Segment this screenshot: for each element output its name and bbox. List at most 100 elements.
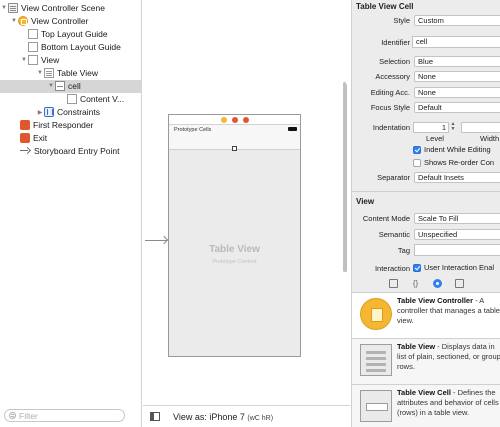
accessory-label: Accessory xyxy=(375,72,410,81)
outline-item-view-controller[interactable]: ▼ View Controller xyxy=(0,15,141,28)
content-mode-popup[interactable]: Scale To Fill xyxy=(414,213,500,224)
exit-icon xyxy=(20,133,30,144)
library-item-text: Table View Cell - Defines the attributes… xyxy=(397,388,500,418)
library-item-description: - A xyxy=(475,296,485,305)
attributes-inspector: Table View Cell Style Custom Identifier … xyxy=(351,0,500,427)
table-cell-icon xyxy=(55,81,65,92)
library-item-description: (rows) in a table view. xyxy=(397,408,470,417)
library-item-description: list of plain, sectioned, or group xyxy=(397,352,500,361)
checkbox-unchecked-icon[interactable] xyxy=(413,158,421,167)
first-responder-dock-icon[interactable] xyxy=(231,116,238,123)
scene-dock xyxy=(169,115,300,125)
view-icon xyxy=(28,55,38,66)
indentation-width-field[interactable] xyxy=(461,122,500,133)
battery-icon xyxy=(288,127,297,131)
table-view-placeholder-title: Table View xyxy=(209,244,260,255)
library-item-text: Table View Controller - A controller tha… xyxy=(397,296,500,326)
outline-item-label: Constraints xyxy=(57,107,100,118)
outline-item-view-controller-scene[interactable]: ▼ View Controller Scene xyxy=(0,2,141,15)
outline-item-content-view[interactable]: Content V... xyxy=(0,93,141,106)
disclosure-triangle[interactable]: ▼ xyxy=(20,57,28,63)
exit-dock-icon[interactable] xyxy=(242,116,249,123)
interaction-label: Interaction xyxy=(374,264,410,273)
outline-item-label: Table View xyxy=(57,68,98,79)
outline-item-exit[interactable]: Exit xyxy=(0,132,141,145)
library-item-table-view-controller[interactable]: Table View Controller - A controller tha… xyxy=(352,292,500,338)
indentation-stepper[interactable]: ▲ ▼ xyxy=(450,122,456,133)
layout-guide-icon xyxy=(28,29,38,40)
accessory-popup[interactable]: None xyxy=(414,71,500,82)
editing-accessory-label: Editing Acc. xyxy=(370,88,410,97)
outline-item-label: cell xyxy=(68,81,81,92)
shows-reorder-controls-checkbox[interactable]: Shows Re-order Con xyxy=(413,158,494,167)
library-item-title: Table View xyxy=(397,342,436,351)
view-section-title: View xyxy=(356,197,375,206)
table-view-icon xyxy=(360,344,392,376)
outline-item-top-layout-guide[interactable]: Top Layout Guide xyxy=(0,28,141,41)
shows-reorder-label: Shows Re-order Con xyxy=(424,158,495,167)
disclosure-triangle[interactable]: ▼ xyxy=(0,5,8,11)
view-as-device-button[interactable]: View as: iPhone 7 (wC hR) xyxy=(173,412,273,422)
indent-while-editing-label: Indent While Editing xyxy=(424,145,491,154)
indentation-level-field[interactable]: 1 xyxy=(413,122,449,133)
outline-item-label: First Responder xyxy=(33,120,94,131)
view-as-label: View as: iPhone 7 xyxy=(173,411,245,422)
disclosure-triangle[interactable]: ▼ xyxy=(36,70,44,76)
checkbox-checked-icon[interactable] xyxy=(413,145,421,154)
outline-item-view[interactable]: ▼ View xyxy=(0,54,141,67)
indent-while-editing-checkbox[interactable]: Indent While Editing xyxy=(413,145,491,154)
object-library-icon[interactable] xyxy=(433,278,442,288)
outline-item-table-view[interactable]: ▼ Table View xyxy=(0,67,141,80)
prototype-cells-header[interactable]: Prototype Cells xyxy=(169,125,300,151)
tag-field[interactable] xyxy=(414,244,500,256)
disclosure-triangle[interactable]: ▼ xyxy=(10,18,18,24)
focus-style-label: Focus Style xyxy=(370,103,410,112)
code-snippet-icon[interactable]: {} xyxy=(411,279,420,288)
user-interaction-enabled-checkbox[interactable]: User Interaction Enal xyxy=(413,263,494,272)
outline-item-label: Storyboard Entry Point xyxy=(34,146,120,157)
width-label: Width xyxy=(480,134,500,143)
outline-item-label: Top Layout Guide xyxy=(41,29,108,40)
file-template-icon[interactable] xyxy=(389,278,398,288)
prototype-cells-label: Prototype Cells xyxy=(174,127,212,133)
library-item-table-view-cell[interactable]: Table View Cell - Defines the attributes… xyxy=(352,384,500,427)
editing-accessory-popup[interactable]: None xyxy=(414,87,500,98)
view-controller-scene[interactable]: Prototype Cells Table View Prototype Con… xyxy=(168,114,301,357)
identifier-field[interactable]: cell xyxy=(412,36,500,48)
toggle-outline-icon[interactable] xyxy=(150,412,160,421)
focus-style-popup[interactable]: Default xyxy=(414,102,500,113)
selection-popup[interactable]: Blue xyxy=(414,56,500,67)
content-view-icon xyxy=(67,94,77,105)
outline-item-label: Exit xyxy=(33,133,48,144)
layout-guide-icon xyxy=(28,42,38,53)
checkbox-checked-icon[interactable] xyxy=(413,263,421,272)
separator-label: Separator xyxy=(377,173,410,182)
tag-label: Tag xyxy=(397,246,410,255)
semantic-popup[interactable]: Unspecified xyxy=(414,229,500,240)
media-library-icon[interactable] xyxy=(455,278,464,288)
semantic-label: Semantic xyxy=(378,230,410,239)
inspector-vertical-scrollbar[interactable] xyxy=(343,82,346,272)
library-item-table-view[interactable]: Table View - Displays data in list of pl… xyxy=(352,338,500,384)
disclosure-triangle[interactable]: ▼ xyxy=(47,83,55,89)
view-controller-dock-icon[interactable] xyxy=(220,116,227,123)
outline-item-storyboard-entry-point[interactable]: Storyboard Entry Point xyxy=(0,145,141,158)
outline-filter-field[interactable]: Filter xyxy=(4,409,125,422)
table-view-cell-section-title: Table View Cell xyxy=(356,2,414,11)
disclosure-triangle[interactable]: ▶ xyxy=(36,109,44,116)
constraints-icon xyxy=(44,107,54,118)
storyboard-canvas[interactable]: Prototype Cells Table View Prototype Con… xyxy=(143,0,350,405)
level-label: Level xyxy=(426,134,444,143)
cell-resize-handle[interactable] xyxy=(232,146,237,151)
style-popup[interactable]: Custom xyxy=(414,15,500,26)
outline-item-constraints[interactable]: ▶ Constraints xyxy=(0,106,141,119)
outline-item-bottom-layout-guide[interactable]: Bottom Layout Guide xyxy=(0,41,141,54)
library-item-description: - Displays data in xyxy=(437,342,495,351)
library-item-description: controller that manages a table xyxy=(397,306,500,315)
separator-popup[interactable]: Default Insets xyxy=(414,172,500,183)
filter-icon xyxy=(9,412,16,419)
outline-item-first-responder[interactable]: First Responder xyxy=(0,119,141,132)
outline-item-cell[interactable]: ▼ cell xyxy=(0,80,141,93)
outline-item-label: View xyxy=(41,55,60,66)
table-view-cell-icon xyxy=(360,390,392,422)
